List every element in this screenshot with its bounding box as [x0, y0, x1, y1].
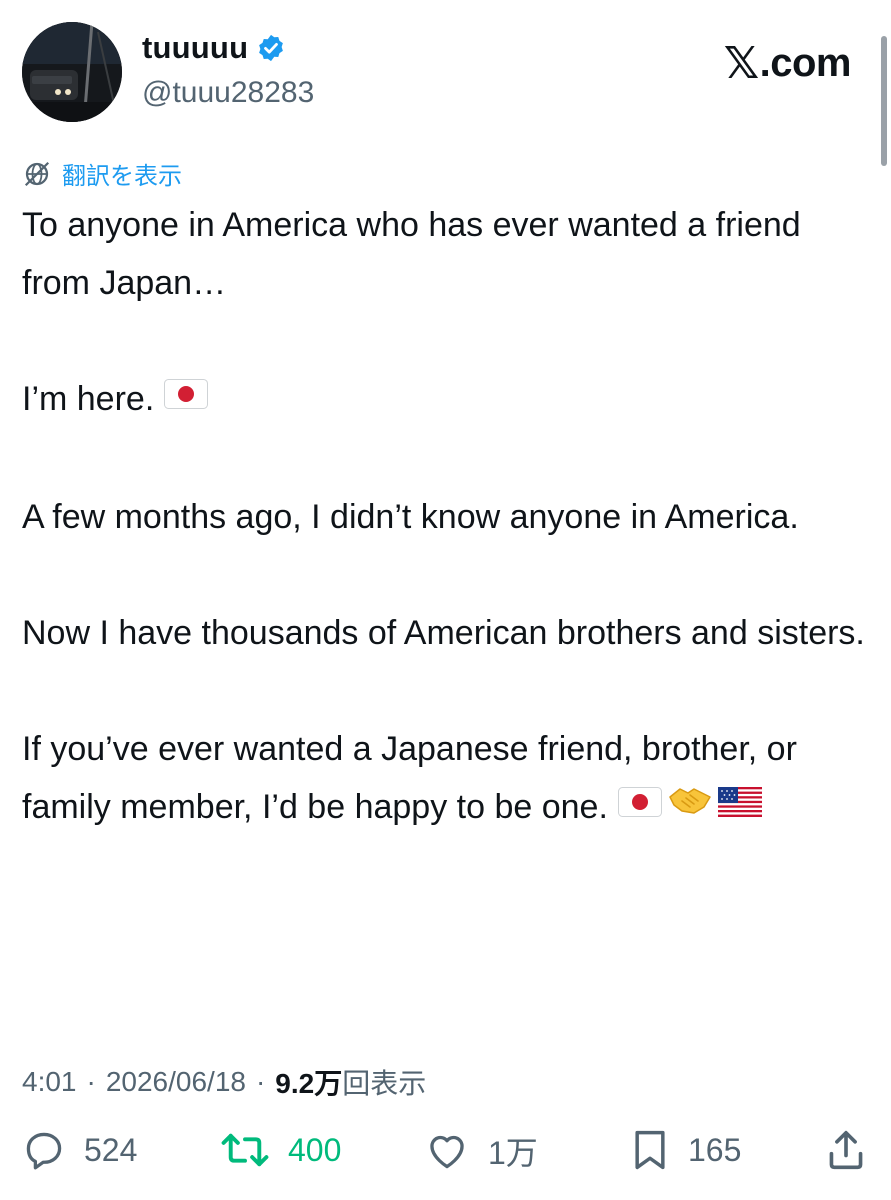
bookmark-count: 165 [688, 1131, 742, 1168]
share-icon [829, 1130, 863, 1170]
author-name-row[interactable]: tuuuuu [142, 30, 286, 66]
retweet-icon [221, 1133, 269, 1167]
tweet-time[interactable]: 4:01 [22, 1066, 77, 1098]
us-flag-icon [717, 777, 762, 835]
retweet-count: 400 [288, 1131, 342, 1168]
tweet-paragraph: A few months ago, I didn’t know anyone i… [22, 488, 872, 546]
tweet-paragraph-text: To anyone in America who has ever wanted… [22, 206, 801, 302]
tweet-paragraph-text: I’m here. [22, 380, 155, 418]
translate-link[interactable]: 翻訳を表示 [22, 156, 182, 191]
share-button[interactable] [826, 1128, 866, 1172]
tweet-paragraph: To anyone in America who has ever wanted… [22, 196, 872, 312]
avatar[interactable] [22, 22, 122, 122]
author-display-name[interactable]: tuuuuu [142, 30, 248, 66]
like-button[interactable]: 1万 [424, 1128, 538, 1174]
tweet-paragraph-text: Now I have thousands of American brother… [22, 614, 865, 653]
x-logo-icon: 𝕏 [723, 38, 759, 89]
action-bar: 524 400 1万 165 [0, 1128, 891, 1188]
meta-separator: · [86, 1066, 96, 1097]
meta-separator: · [255, 1066, 266, 1097]
japan-flag-icon [164, 369, 209, 427]
views-count[interactable]: 9.2万 [275, 1062, 342, 1102]
japan-flag-icon [617, 777, 662, 835]
translate-label[interactable]: 翻訳を表示 [62, 156, 182, 191]
handshake-icon [668, 777, 712, 835]
x-logo-text: .com [759, 41, 852, 85]
globe-slash-icon [24, 161, 50, 186]
views-label: 回表示 [342, 1068, 427, 1099]
avatar-image [22, 22, 122, 122]
tweet-paragraph: I’m here. [22, 370, 872, 430]
tweet-paragraph: Now I have thousands of American brother… [22, 604, 872, 662]
like-count: 1万 [488, 1135, 538, 1171]
reply-count: 524 [84, 1131, 138, 1168]
bookmark-icon [635, 1130, 665, 1170]
reply-icon [26, 1132, 62, 1170]
retweet-button[interactable]: 400 [220, 1128, 341, 1172]
tweet-text: To anyone in America who has ever wanted… [22, 196, 872, 838]
verified-badge-icon [256, 33, 286, 63]
x-logo: 𝕏 .com [723, 38, 852, 89]
tweet-date[interactable]: 2026/06/18 [106, 1066, 246, 1098]
reply-button[interactable]: 524 [22, 1128, 137, 1172]
tweet-paragraph-text: A few months ago, I didn’t know anyone i… [22, 498, 799, 537]
heart-icon [430, 1135, 464, 1169]
tweet-paragraph: If you’ve ever wanted a Japanese friend,… [22, 720, 872, 838]
bookmark-button[interactable]: 165 [630, 1128, 741, 1172]
tweet-meta: 4:01 · 2026/06/18 · 9.2万 回表示 [22, 1062, 426, 1102]
author-handle[interactable]: @tuuu28283 [142, 76, 314, 110]
scrollbar[interactable] [881, 36, 887, 166]
